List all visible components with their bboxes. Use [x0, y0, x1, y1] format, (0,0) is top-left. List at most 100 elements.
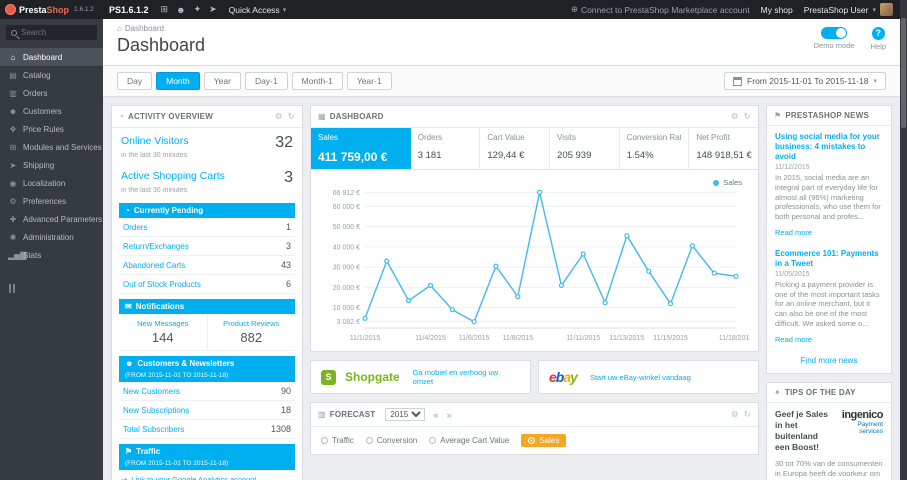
sidebar-item-customers[interactable]: ☻ Customers	[0, 102, 103, 120]
pending-orders-link[interactable]: Orders	[123, 223, 147, 232]
forecast-option-traffic[interactable]: Traffic	[321, 436, 354, 445]
shopgate-promo[interactable]: S Shopgate Ga mobiel en verhoog uw omzet	[310, 360, 531, 394]
sidebar-item-localization[interactable]: ◉ Localization	[0, 174, 103, 192]
forecast-year-select[interactable]: 2015	[385, 408, 426, 421]
user-icon[interactable]: ☻	[176, 5, 185, 15]
tips-text: 30 tot 70% van de consumenten in Europa …	[775, 458, 883, 480]
total-subscribers-row: Total Subscribers 1308	[119, 420, 295, 439]
customers-icon: ☻	[8, 106, 18, 116]
article-title-link[interactable]: Using social media for your business: 4 …	[775, 132, 883, 162]
price-rules-icon: ❖	[9, 124, 17, 134]
forecast-option-sales[interactable]: Sales	[521, 434, 567, 447]
date-range-picker[interactable]: From 2015-11-01 To 2015-11-18 ▾	[724, 72, 886, 90]
shipping-icon: ➤	[9, 160, 17, 170]
localization-icon: ◉	[9, 178, 17, 188]
gear-icon[interactable]: ⚙	[731, 111, 739, 122]
find-more-news-link[interactable]: Find more news	[775, 356, 883, 365]
user-name: PrestaShop User	[803, 4, 869, 15]
new-subscriptions-link[interactable]: New Subscriptions	[123, 406, 189, 415]
search-input[interactable]	[21, 28, 92, 37]
svg-text:40 000 €: 40 000 €	[333, 244, 360, 251]
sidebar-item-administration[interactable]: ✱ Administration	[0, 228, 103, 246]
forecast-option-average-cart-value[interactable]: Average Cart Value	[429, 436, 509, 445]
home-icon: ⌂	[10, 52, 16, 62]
forecast-option-label: Sales	[539, 436, 560, 445]
demo-mode-toggle[interactable]: Demo mode	[814, 27, 855, 50]
sidebar-item-stats[interactable]: ▂▅▇ Stats	[0, 246, 103, 264]
new-messages-cell[interactable]: New Messages 144	[119, 314, 207, 350]
activity-overview-panel: ◔ ACTIVITY OVERVIEW ⚙ ↻ Online Visitors …	[111, 105, 303, 480]
help-button[interactable]: ? Help	[871, 27, 886, 51]
total-subscribers-link[interactable]: Total Subscribers	[123, 425, 184, 434]
tab-net-profit[interactable]: Net Profit 148 918,51 €	[689, 128, 758, 169]
out-of-stock-value: 6	[285, 279, 291, 289]
range-button-year[interactable]: Year	[203, 72, 241, 90]
svg-text:11/13/2015: 11/13/2015	[610, 335, 645, 342]
next-year-button[interactable]: »	[447, 410, 452, 420]
forecast-option-conversion[interactable]: Conversion	[365, 436, 417, 445]
sidebar-item-advanced-parameters[interactable]: ✚ Advanced Parameters	[0, 210, 103, 228]
new-customers-row: New Customers 90	[119, 382, 295, 401]
tab-orders[interactable]: Orders 3 181	[411, 128, 481, 169]
refresh-icon[interactable]: ↻	[288, 111, 295, 122]
gear-icon[interactable]: ⚙	[731, 409, 739, 420]
shopgate-promo-link[interactable]: Ga mobiel en verhoog uw omzet	[413, 368, 520, 386]
tab-value: 3 181	[417, 150, 442, 161]
sidebar-item-price-rules[interactable]: ❖ Price Rules	[0, 120, 103, 138]
tab-label: Cart Value	[487, 133, 525, 142]
news-article: Using social media for your business: 4 …	[775, 132, 883, 240]
tab-sales[interactable]: Sales 411 759,00 €	[311, 128, 411, 169]
svg-text:50 000 €: 50 000 €	[333, 224, 360, 231]
sidebar-item-preferences[interactable]: ⚙ Preferences	[0, 192, 103, 210]
online-visitors-link[interactable]: Online Visitors	[121, 135, 189, 147]
refresh-icon[interactable]: ↻	[744, 409, 751, 420]
quick-access-menu[interactable]: Quick Access ▾	[229, 5, 287, 15]
ebay-promo[interactable]: ebay Start uw eBay-winkel vandaag	[538, 360, 759, 394]
sidebar-item-dashboard[interactable]: ⌂ Dashboard	[0, 48, 103, 66]
out-of-stock-link[interactable]: Out of Stock Products	[123, 280, 201, 289]
sidebar-item-orders[interactable]: ▥ Orders	[0, 84, 103, 102]
range-button-day[interactable]: Day	[117, 72, 153, 90]
cart-icon[interactable]: ⊞	[161, 4, 169, 15]
gift-icon[interactable]: ✦	[194, 4, 202, 15]
range-button-year-1[interactable]: Year-1	[346, 72, 392, 90]
range-button-month[interactable]: Month	[156, 72, 200, 90]
prestashop-logo[interactable]: PrestaShop 1.6.1.2	[0, 4, 103, 15]
refresh-icon[interactable]: ↻	[744, 111, 751, 122]
new-messages-label: New Messages	[137, 319, 189, 328]
sidebar-item-modules[interactable]: ⊞ Modules and Services	[0, 138, 103, 156]
read-more-link[interactable]: Read more	[775, 228, 812, 237]
product-reviews-cell[interactable]: Product Reviews 882	[206, 314, 296, 350]
tab-visits[interactable]: Visits 205 939	[550, 128, 620, 169]
range-button-day-1[interactable]: Day-1	[244, 72, 288, 90]
help-icon[interactable]: ?	[871, 27, 885, 40]
ebay-promo-link[interactable]: Start uw eBay-winkel vandaag	[590, 373, 691, 382]
google-analytics-link[interactable]: ⇢ Link to your Google Analytics account	[112, 470, 302, 480]
sidebar-item-shipping[interactable]: ➤ Shipping	[0, 156, 103, 174]
range-button-month-1[interactable]: Month-1	[291, 72, 343, 90]
read-more-link[interactable]: Read more	[775, 335, 812, 344]
sidebar-item-catalog[interactable]: ▤ Catalog	[0, 66, 103, 84]
user-menu[interactable]: PrestaShop User ▾	[804, 3, 893, 16]
gear-icon[interactable]: ⚙	[275, 111, 283, 122]
new-customers-link[interactable]: New Customers	[123, 387, 180, 396]
article-title-link[interactable]: Ecommerce 101: Payments in a Tweet	[775, 249, 883, 269]
sidebar-search[interactable]	[6, 25, 97, 40]
toggle-switch[interactable]	[821, 27, 848, 39]
sidebar-collapse-button[interactable]	[9, 280, 94, 298]
scrollbar-thumb[interactable]	[901, 18, 906, 128]
abandoned-carts-link[interactable]: Abandoned Carts	[123, 261, 185, 270]
pending-returns-row: Return/Exchanges 3	[119, 237, 295, 256]
prev-year-button[interactable]: «	[433, 410, 438, 420]
active-carts-link[interactable]: Active Shopping Carts	[121, 170, 225, 182]
tab-conversion-rate[interactable]: Conversion Rate 1.54%	[620, 128, 690, 169]
tips-title: TIPS OF THE DAY	[784, 387, 856, 397]
shop-name[interactable]: PS1.6.1.2	[109, 5, 149, 15]
my-shop-link[interactable]: My shop	[761, 5, 793, 15]
tab-cart-value[interactable]: Cart Value 129,44 €	[480, 128, 551, 169]
ingenico-brand-subtext: Payment services	[857, 420, 883, 435]
pending-returns-link[interactable]: Return/Exchanges	[123, 242, 189, 251]
marketplace-link[interactable]: ⊕ Connect to PrestaShop Marketplace acco…	[571, 4, 750, 15]
boost-icon[interactable]: ➤	[209, 4, 217, 15]
scrollbar[interactable]	[900, 0, 907, 480]
